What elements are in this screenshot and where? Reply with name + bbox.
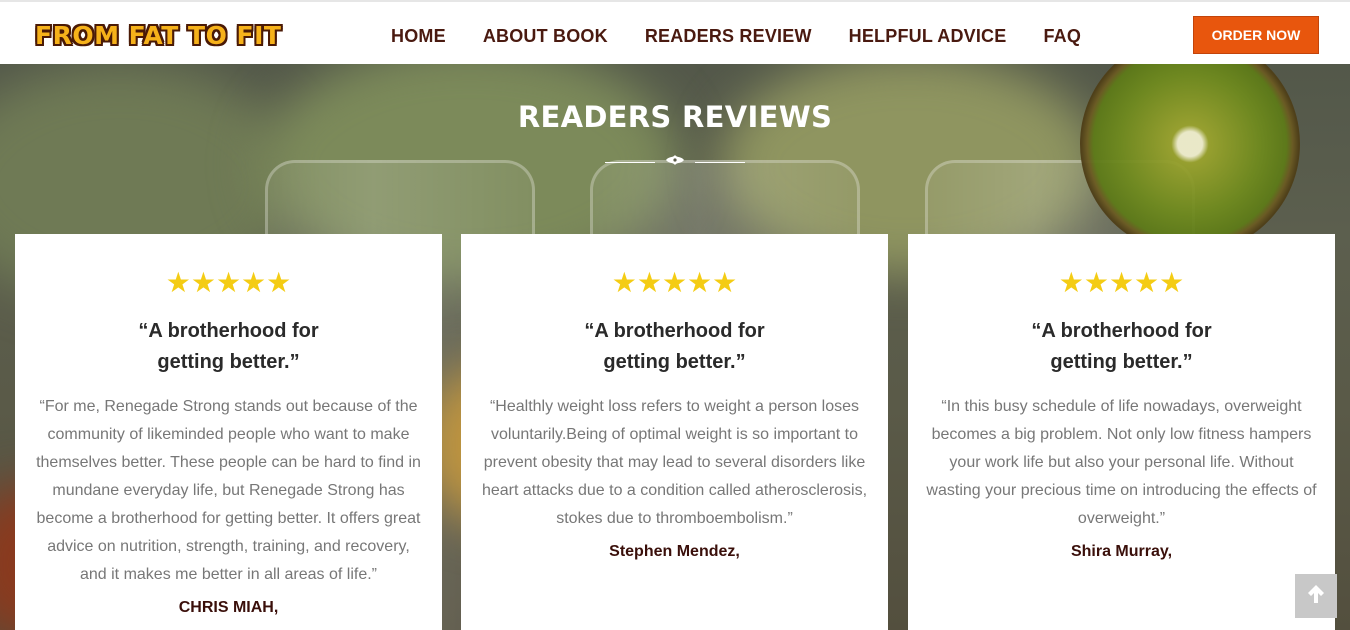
review-author: CHRIS MIAH, (178, 599, 279, 616)
arrow-up-icon (1306, 583, 1326, 610)
review-text: “For me, Renegade Strong stands out beca… (36, 398, 421, 583)
review-text: “Healthly weight loss refers to weight a… (481, 398, 868, 527)
review-text: “In this busy schedule of life nowadays,… (926, 398, 1317, 527)
site-logo[interactable]: FROM FAT TO FIT (35, 20, 281, 52)
nav-helpful-advice[interactable]: HELPFUL ADVICE (849, 26, 1007, 47)
review-card: ★★★★★ “A brotherhood for getting better.… (15, 234, 442, 630)
star-rating: ★★★★★ (165, 267, 292, 298)
nav-readers-review[interactable]: READERS REVIEW (645, 26, 812, 47)
review-author: Stephen Mendez, (609, 543, 740, 560)
nav-home[interactable]: HOME (391, 26, 446, 47)
site-header: FROM FAT TO FIT HOME ABOUT BOOK READERS … (0, 0, 1350, 64)
title-divider (605, 154, 745, 170)
nav-faq[interactable]: FAQ (1043, 26, 1081, 47)
divider-line (695, 162, 745, 163)
review-card: ★★★★★ “A brotherhood for getting better.… (908, 234, 1335, 630)
review-title: “A brotherhood for getting better.” (1031, 320, 1212, 373)
ornament-icon (663, 154, 687, 170)
section-title: READERS REVIEWS (517, 100, 833, 134)
order-now-button[interactable]: ORDER NOW (1193, 16, 1319, 54)
review-card: ★★★★★ “A brotherhood for getting better.… (461, 234, 888, 630)
review-title: “A brotherhood for getting better.” (584, 320, 765, 373)
main-nav: HOME ABOUT BOOK READERS REVIEW HELPFUL A… (391, 26, 1118, 47)
star-rating: ★★★★★ (1058, 267, 1185, 298)
scroll-to-top-button[interactable] (1295, 574, 1337, 618)
review-title: “A brotherhood for getting better.” (138, 320, 319, 373)
nav-about-book[interactable]: ABOUT BOOK (483, 26, 608, 47)
review-author: Shira Murray, (1070, 543, 1173, 560)
star-rating: ★★★★★ (611, 267, 738, 298)
divider-line (605, 162, 655, 163)
